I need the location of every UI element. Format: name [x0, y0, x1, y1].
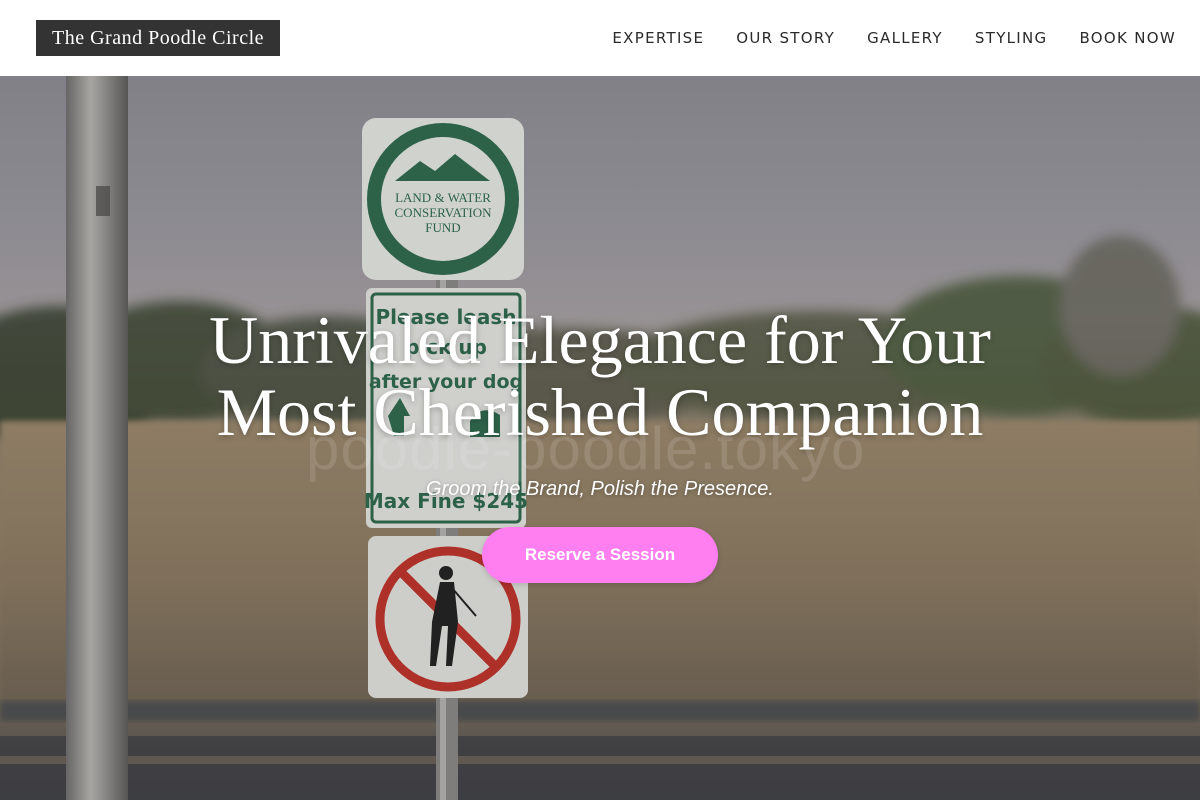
- nav-item-book-now[interactable]: BOOK NOW: [1079, 29, 1176, 47]
- nav-item-styling[interactable]: STYLING: [975, 29, 1048, 47]
- nav-item-expertise[interactable]: EXPERTISE: [612, 29, 704, 47]
- site-logo[interactable]: The Grand Poodle Circle: [36, 20, 280, 56]
- watermark-text: poodle-poodle.tokyo: [306, 415, 866, 482]
- reserve-session-button[interactable]: Reserve a Session: [482, 527, 718, 583]
- nav-item-gallery[interactable]: GALLERY: [867, 29, 943, 47]
- site-header: The Grand Poodle Circle EXPERTISE OUR ST…: [0, 0, 1200, 76]
- main-nav: EXPERTISE OUR STORY GALLERY STYLING BOOK…: [612, 29, 1176, 47]
- hero-section: LAND & WATER CONSERVATION FUND Please le…: [0, 76, 1200, 800]
- nav-item-our-story[interactable]: OUR STORY: [736, 29, 835, 47]
- hero-title-line1: Unrivaled Elegance for Your: [209, 302, 991, 378]
